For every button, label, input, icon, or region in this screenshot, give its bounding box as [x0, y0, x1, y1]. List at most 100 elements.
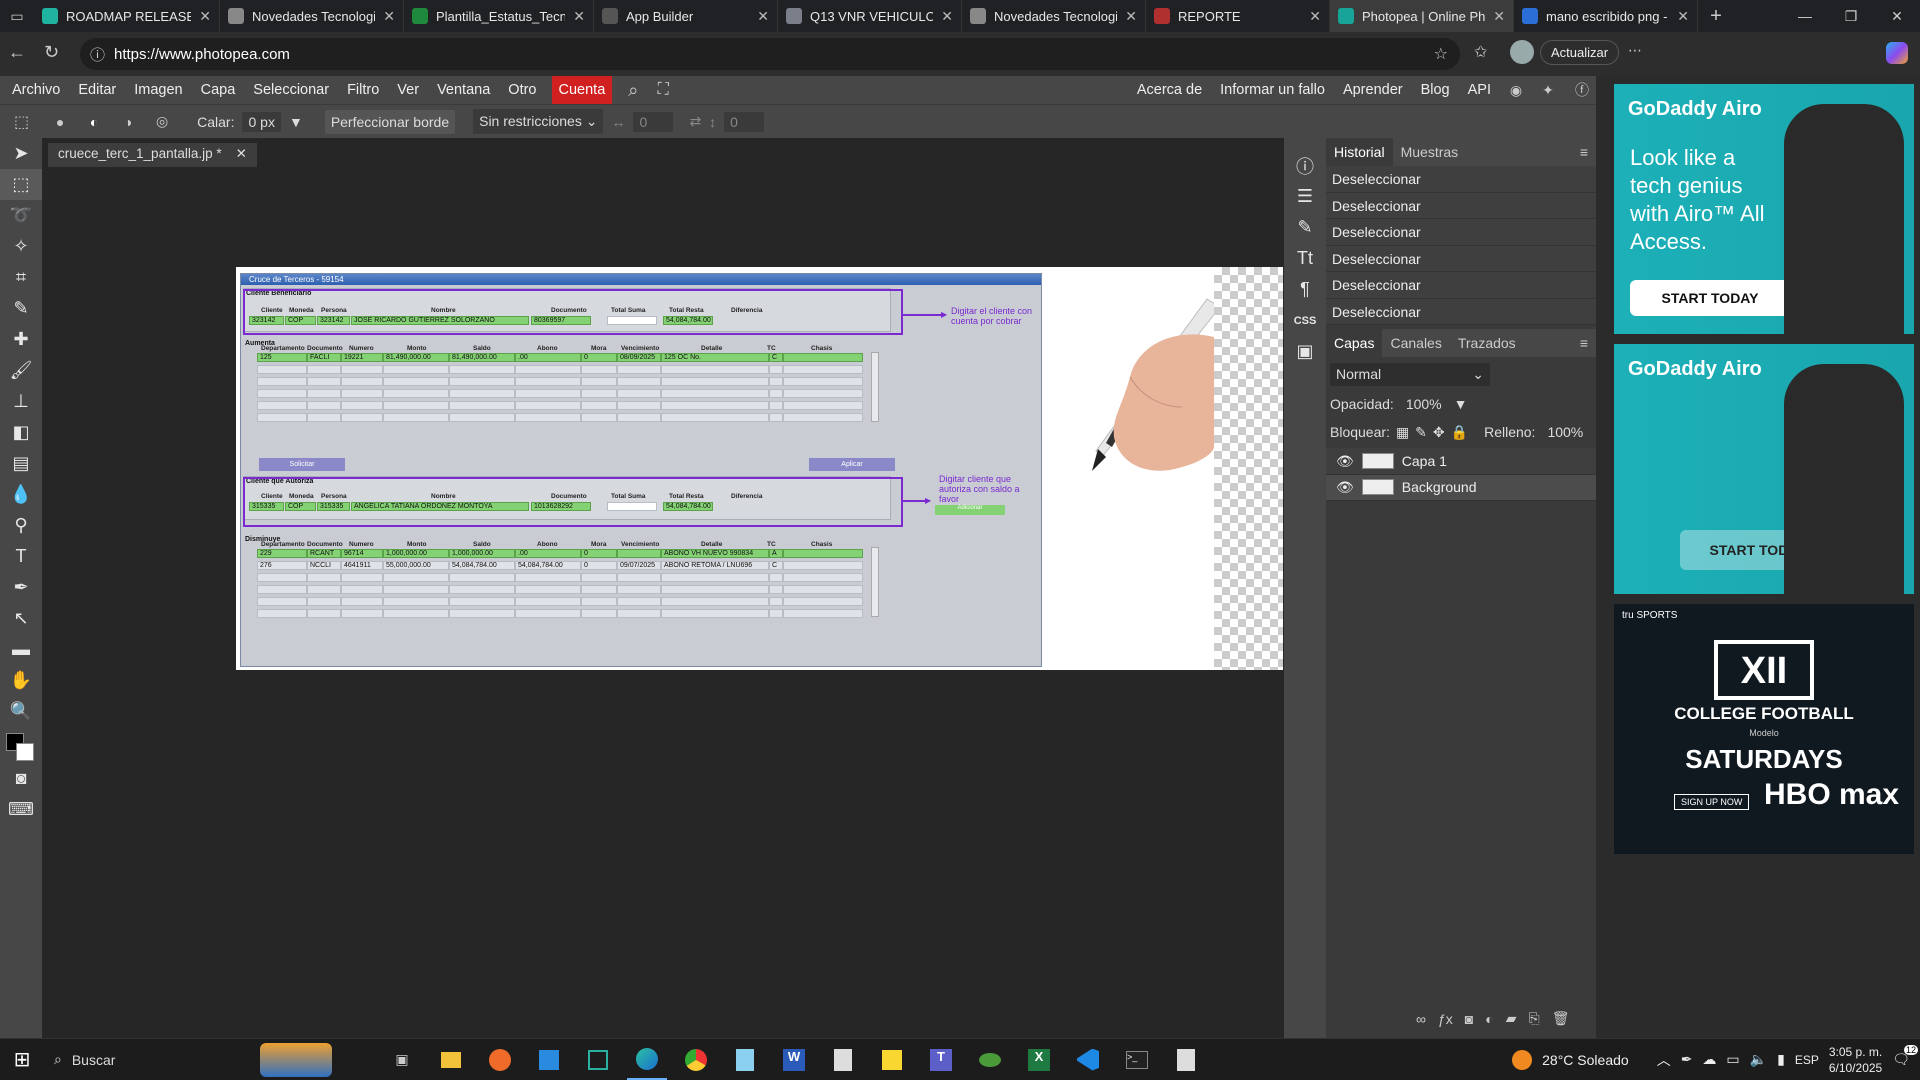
sticky-notes-icon[interactable]	[872, 1040, 912, 1080]
grid-cell[interactable]: C	[769, 353, 783, 362]
add-mask-icon[interactable]: ◙	[1465, 1011, 1473, 1027]
grid-cell[interactable]	[383, 365, 449, 374]
visibility-eye-icon[interactable]: 👁	[1336, 474, 1354, 500]
pen-tool-icon[interactable]: ✒	[0, 572, 42, 603]
grid-cell[interactable]	[515, 401, 581, 410]
gradient-tool-icon[interactable]: ▤	[0, 448, 42, 479]
client-cell[interactable]: 315335	[317, 502, 350, 511]
grid-cell[interactable]	[257, 585, 307, 594]
tab-historial[interactable]: Historial	[1326, 138, 1393, 166]
history-item[interactable]: Deseleccionar	[1326, 298, 1596, 325]
eraser-tool-icon[interactable]: ◧	[0, 417, 42, 448]
grid-cell[interactable]	[341, 377, 383, 386]
visibility-eye-icon[interactable]: 👁	[1336, 448, 1354, 474]
eyedropper-tool-icon[interactable]: ✎	[0, 293, 42, 324]
grid-cell[interactable]	[617, 549, 661, 558]
client-cell[interactable]: 1013628292	[531, 502, 591, 511]
browser-tab[interactable]: Q13 VNR VEHICULOS N ✕	[778, 0, 962, 32]
grid-cell[interactable]	[581, 597, 617, 606]
selection-add-icon[interactable]: ◐	[81, 114, 107, 130]
grid-cell[interactable]	[581, 585, 617, 594]
ad3-signup-button[interactable]: SIGN UP NOW	[1674, 794, 1750, 810]
keyboard-icon[interactable]: ⌨	[0, 794, 42, 825]
grid-cell[interactable]	[617, 413, 661, 422]
copilot-icon[interactable]	[1886, 42, 1908, 64]
grid-cell[interactable]	[661, 365, 769, 374]
grid-cell[interactable]	[341, 585, 383, 594]
background-color-swatch[interactable]	[16, 743, 34, 761]
grid-cell[interactable]: 96714	[341, 549, 383, 558]
grid-cell[interactable]	[383, 389, 449, 398]
client-cell[interactable]	[607, 502, 657, 511]
client-cell[interactable]: 323142	[249, 316, 284, 325]
grid-cell[interactable]: FACLI	[307, 353, 341, 362]
brush-tool-icon[interactable]: 🖌	[0, 355, 42, 386]
grid-cell[interactable]	[307, 365, 341, 374]
close-tab-icon[interactable]: ✕	[1309, 8, 1321, 25]
tray-chevron-icon[interactable]: ︿	[1657, 1050, 1671, 1070]
rectangle-select-tool-icon[interactable]: ⬚	[0, 169, 42, 200]
close-document-icon[interactable]: ✕	[236, 146, 247, 164]
grid-cell[interactable]: .00	[515, 549, 581, 558]
lock-pixels-icon[interactable]: ✎	[1415, 424, 1427, 441]
style-select[interactable]: Sin restricciones ⌄	[473, 109, 604, 134]
grid-cell[interactable]	[515, 585, 581, 594]
new-group-icon[interactable]: ▰	[1506, 1010, 1517, 1027]
facebook-icon[interactable]: ⓕ	[1564, 80, 1600, 100]
info-icon[interactable]: ⓘ	[1284, 150, 1326, 181]
notepad-icon[interactable]	[725, 1040, 765, 1080]
history-item[interactable]: Deseleccionar	[1326, 272, 1596, 299]
history-item[interactable]: Deseleccionar	[1326, 192, 1596, 219]
grid-cell[interactable]: 81,490,000.00	[449, 353, 515, 362]
grid-cell[interactable]: NCCLI	[307, 561, 341, 570]
ad-godaddy-2[interactable]: GoDaddy Airo START TODAY	[1614, 344, 1914, 594]
grid-cell[interactable]	[783, 389, 863, 398]
solicitar-button[interactable]: Solicitar	[259, 458, 345, 471]
hand-tool-icon[interactable]: ✋	[0, 665, 42, 696]
grid-cell[interactable]	[661, 597, 769, 606]
grid-cell[interactable]	[581, 377, 617, 386]
new-tab-icon[interactable]: +	[1698, 5, 1734, 28]
history-item[interactable]: Deseleccionar	[1326, 166, 1596, 193]
grid-cell[interactable]	[617, 597, 661, 606]
weather-icon[interactable]	[1512, 1049, 1533, 1070]
browser-tab[interactable]: Plantilla_Estatus_Tecno ✕	[404, 0, 594, 32]
document-tab[interactable]: cruece_terc_1_pantalla.jp * ✕	[48, 143, 257, 167]
adjustments-icon[interactable]: ☰	[1284, 181, 1326, 212]
grid-cell[interactable]	[783, 573, 863, 582]
close-tab-icon[interactable]: ✕	[757, 8, 769, 25]
battery-icon[interactable]: ▮	[1777, 1051, 1785, 1068]
refine-edge-button[interactable]: Perfeccionar borde	[324, 109, 456, 134]
file-explorer-icon[interactable]	[431, 1040, 471, 1080]
height-input[interactable]: 0	[724, 111, 765, 132]
client-cell[interactable]: ANGELICA TATIANA ORDOÑEZ MONTOYA	[351, 502, 529, 511]
grid-cell[interactable]	[307, 401, 341, 410]
grid-cell[interactable]	[449, 585, 515, 594]
grid-cell[interactable]	[617, 377, 661, 386]
layer-row[interactable]: 👁 Background	[1326, 474, 1596, 501]
grid-cell[interactable]	[581, 413, 617, 422]
start-icon[interactable]: ⊞	[2, 1040, 42, 1080]
close-tab-icon[interactable]: ✕	[941, 8, 953, 25]
menu-seleccionar[interactable]: Seleccionar	[244, 76, 338, 104]
menu-imagen[interactable]: Imagen	[125, 76, 191, 104]
grid-cell[interactable]: 81,490,000.00	[383, 353, 449, 362]
grid-cell[interactable]	[515, 389, 581, 398]
grid-cell[interactable]	[515, 573, 581, 582]
store-icon[interactable]	[529, 1040, 569, 1080]
search-icon[interactable]: ⌕	[618, 80, 648, 101]
color-swatches[interactable]	[0, 727, 42, 763]
clone-stamp-tool-icon[interactable]: ⊥	[0, 386, 42, 417]
menu-ventana[interactable]: Ventana	[428, 76, 499, 104]
history-item[interactable]: Deseleccionar	[1326, 219, 1596, 246]
close-tab-icon[interactable]: ✕	[1125, 8, 1137, 25]
menu-link[interactable]: Aprender	[1334, 76, 1412, 104]
menu-link[interactable]: API	[1459, 76, 1500, 104]
taskbar-search[interactable]: ⌕ Buscar	[42, 1051, 242, 1068]
menu-otro[interactable]: Otro	[499, 76, 545, 104]
close-tab-icon[interactable]: ✕	[1677, 8, 1689, 25]
grid-cell[interactable]	[257, 365, 307, 374]
grid-cell[interactable]	[341, 573, 383, 582]
grid-cell[interactable]	[783, 353, 863, 362]
shape-tool-icon[interactable]: ▬	[0, 634, 42, 665]
